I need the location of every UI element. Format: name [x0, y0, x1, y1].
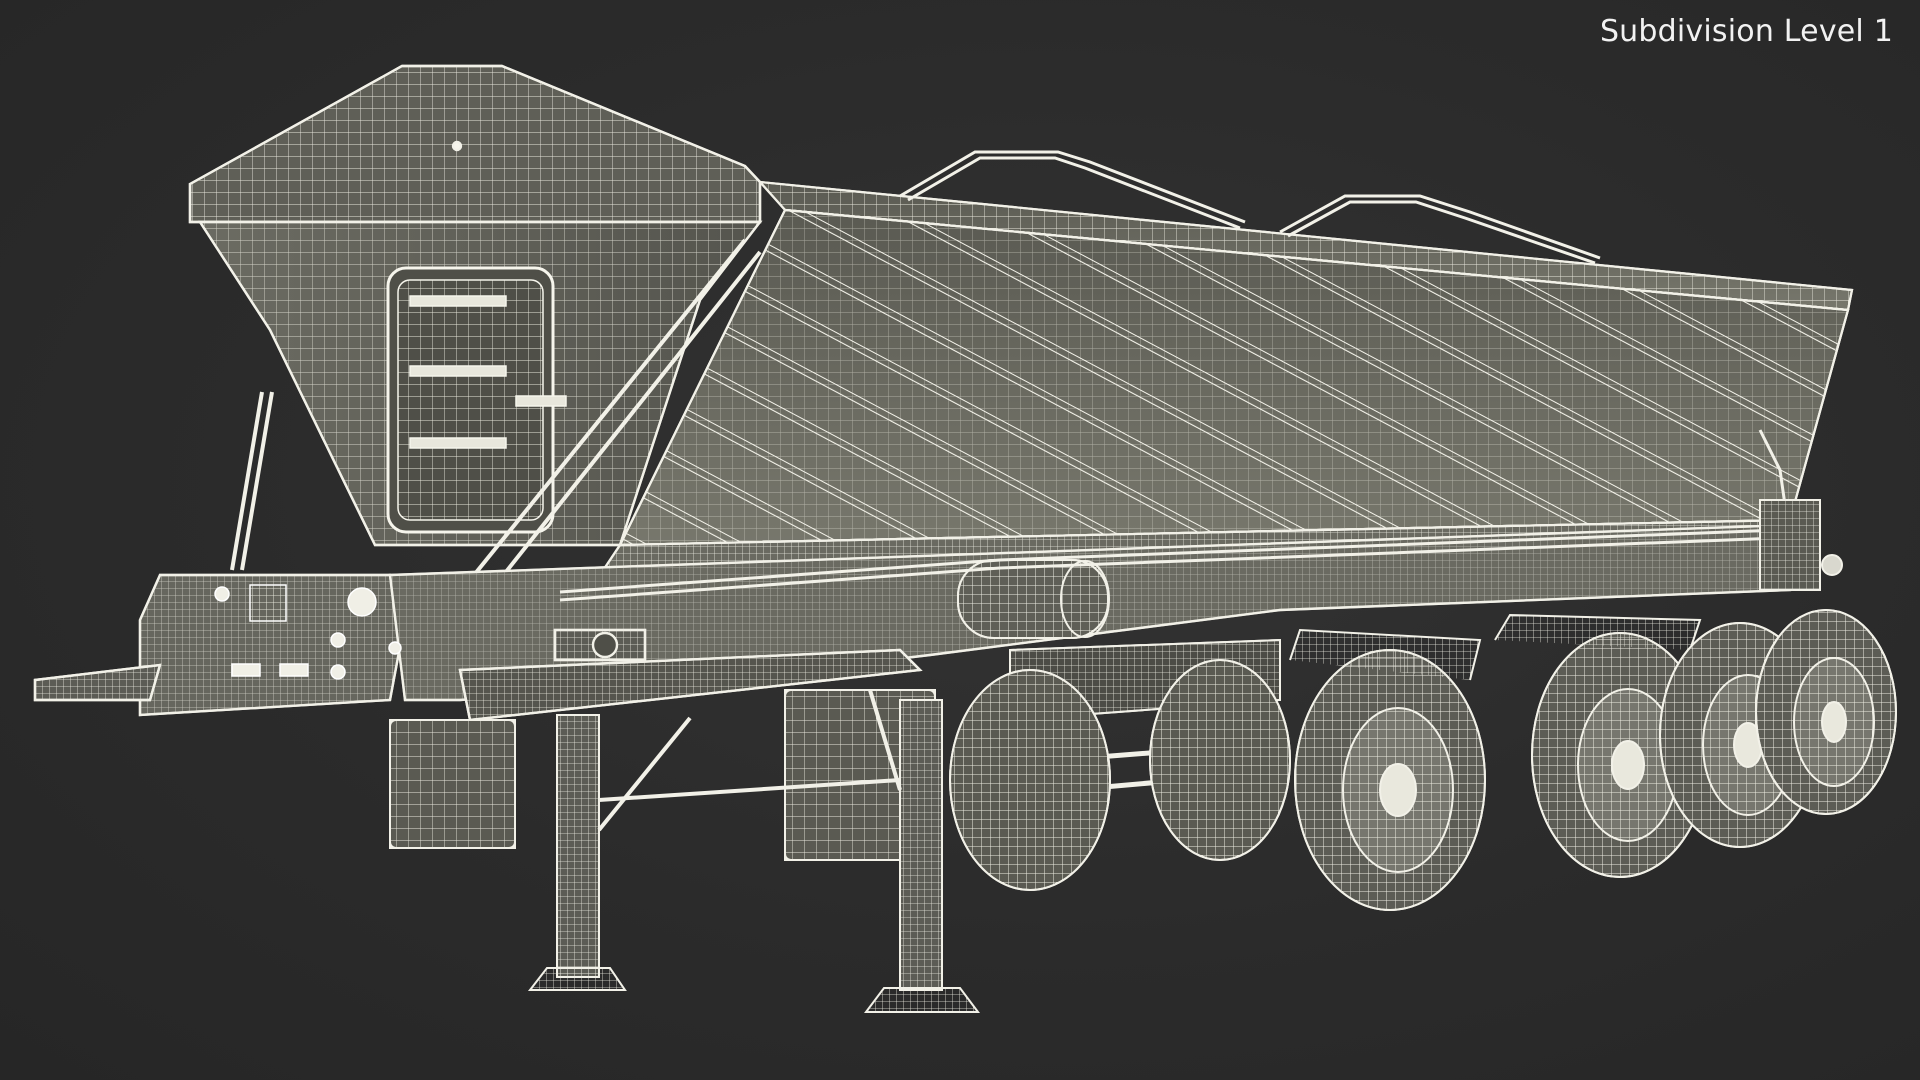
render-viewport: Subdivision Level 1	[0, 0, 1920, 1080]
hopper-body	[597, 180, 1854, 577]
subdivision-level-label: Subdivision Level 1	[1599, 14, 1893, 49]
landing-gear	[527, 689, 980, 1013]
air-tank	[957, 559, 1110, 639]
side-dump-trailer-wireframe-icon	[33, 64, 1897, 1013]
rear-box	[1759, 499, 1843, 591]
